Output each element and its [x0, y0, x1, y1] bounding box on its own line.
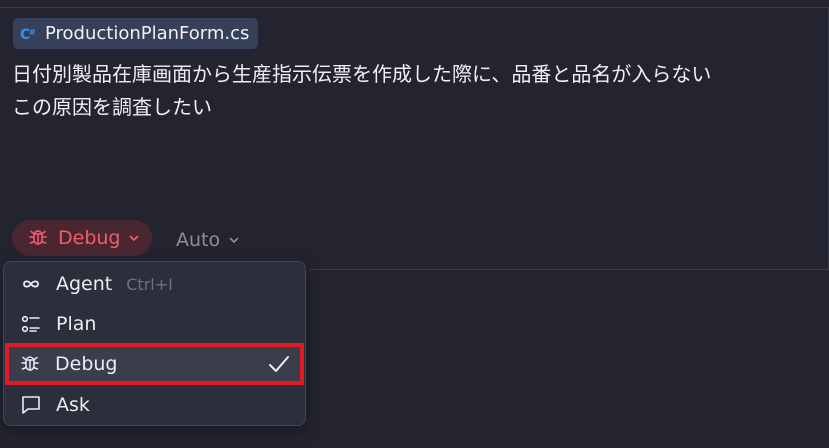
bug-icon	[26, 226, 50, 250]
model-selector-label: Auto	[176, 229, 221, 251]
chat-bubble-icon	[19, 393, 43, 417]
svg-text:#: #	[29, 28, 36, 37]
prompt-text[interactable]: 日付別製品在庫画面から生産指示伝票を作成した際に、品番と品名が入らない この原因…	[12, 58, 812, 124]
prompt-line-1: 日付別製品在庫画面から生産指示伝票を作成した際に、品番と品名が入らない	[12, 62, 712, 86]
model-selector-button[interactable]: Auto	[176, 226, 240, 254]
context-file-chip[interactable]: C # ProductionPlanForm.cs	[13, 18, 259, 49]
infinity-icon	[19, 272, 43, 296]
menu-item-ask[interactable]: Ask	[6, 387, 303, 423]
plan-list-icon	[19, 312, 43, 336]
menu-item-label: Plan	[56, 313, 97, 335]
mode-dropdown-menu: Agent Ctrl+I Plan Debug Ask	[3, 261, 306, 426]
chat-composer: C # ProductionPlanForm.cs 日付別製品在庫画面から生産指…	[0, 0, 829, 448]
composer-divider	[310, 269, 829, 270]
menu-item-shortcut: Ctrl+I	[126, 274, 173, 294]
chevron-down-icon	[228, 234, 240, 246]
top-divider	[0, 7, 829, 8]
menu-item-agent[interactable]: Agent Ctrl+I	[6, 266, 303, 302]
mode-selector-button[interactable]: Debug	[12, 220, 153, 256]
prompt-line-2: この原因を調査したい	[12, 95, 212, 119]
menu-item-label: Debug	[55, 353, 118, 375]
mode-selector-label: Debug	[58, 227, 121, 249]
csharp-file-icon: C #	[20, 25, 38, 43]
menu-item-plan[interactable]: Plan	[6, 306, 303, 342]
checkmark-icon	[266, 351, 292, 377]
chevron-down-icon	[128, 232, 140, 244]
bug-icon	[18, 352, 42, 376]
menu-item-debug[interactable]: Debug	[5, 343, 304, 385]
menu-item-label: Agent	[56, 273, 113, 295]
menu-item-label: Ask	[56, 394, 90, 416]
context-file-name: ProductionPlanForm.cs	[45, 23, 250, 44]
